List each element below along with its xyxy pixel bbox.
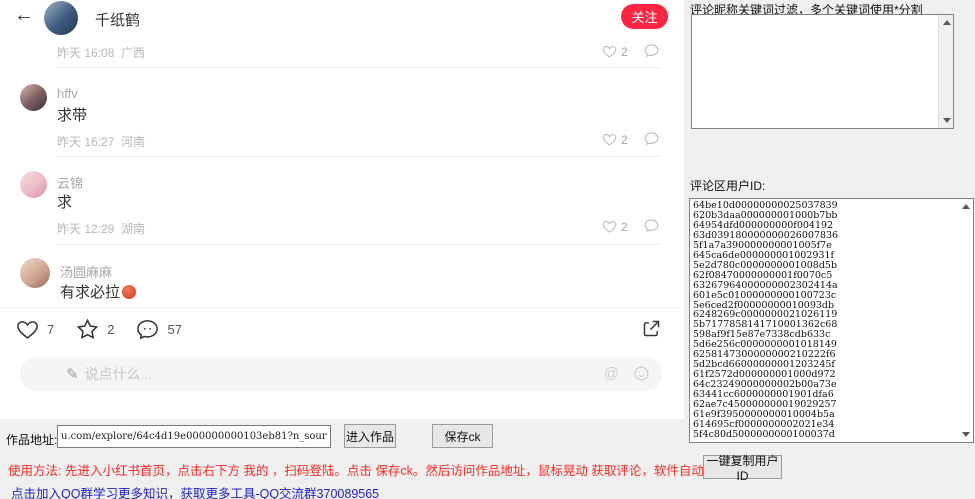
post-location: 广西: [121, 46, 145, 60]
input-right-icons: @: [604, 365, 650, 382]
scroll-down-icon[interactable]: [939, 113, 954, 128]
user-ids-textarea[interactable]: 64be10d00000000025037839 620b3daa0000000…: [689, 198, 974, 443]
share-icon[interactable]: [641, 318, 662, 339]
comment-bubble-icon[interactable]: [136, 318, 159, 341]
like-count: 7: [47, 322, 54, 337]
app-window: ← 千纸鹤 关注 昨天 16:08 广西 2 hffv 求带 昨天 16:27 …: [0, 0, 975, 499]
divider: [57, 67, 660, 68]
note-detail-pane: ← 千纸鹤 关注 昨天 16:08 广西 2 hffv 求带 昨天 16:27 …: [0, 0, 684, 419]
comment-avatar[interactable]: [20, 171, 47, 198]
post-time: 昨天 16:08: [57, 46, 114, 60]
like-heart-icon[interactable]: [16, 318, 39, 341]
keyword-filter-textarea[interactable]: [691, 14, 954, 129]
comment-username[interactable]: hffv: [57, 86, 78, 101]
scrollbar[interactable]: [958, 199, 973, 442]
scroll-up-icon[interactable]: [958, 199, 973, 214]
chat-bubble-icon[interactable]: [644, 131, 659, 146]
save-cookie-button[interactable]: 保存ck: [432, 424, 493, 448]
comment-text: 求带: [57, 104, 87, 125]
user-ids-label: 评论区用户ID:: [690, 177, 765, 194]
comment-username[interactable]: 云锦: [57, 173, 83, 192]
collect-star-icon[interactable]: [76, 318, 99, 341]
copy-user-ids-button[interactable]: 一键复制用户ID: [703, 455, 782, 479]
mention-at-icon[interactable]: @: [604, 365, 619, 382]
note-action-bar: 7 2 57: [0, 308, 684, 350]
share-button[interactable]: [641, 318, 662, 339]
scrollbar[interactable]: [938, 15, 953, 128]
back-icon[interactable]: ←: [14, 4, 34, 27]
comment-text: 有求必拉: [60, 284, 120, 301]
heart-icon[interactable]: [602, 44, 617, 59]
note-url-input[interactable]: [57, 425, 331, 448]
author-avatar[interactable]: [44, 1, 78, 35]
comment-location: 河南: [121, 135, 145, 149]
chat-bubble-icon[interactable]: [644, 218, 659, 233]
comment-meta: 昨天 12:29 湖南: [57, 220, 145, 237]
author-name[interactable]: 千纸鹤: [95, 9, 140, 30]
post-like-cluster[interactable]: 2: [602, 44, 628, 59]
user-ids-list[interactable]: 64be10d00000000025037839 620b3daa0000000…: [693, 201, 838, 440]
comment-location: 湖南: [121, 222, 145, 236]
note-url-label: 作品地址:: [6, 431, 57, 448]
qq-group-link[interactable]: 点击加入QQ群学习更多知识，获取更多工具-QQ交流群370089565: [11, 483, 379, 499]
open-note-button[interactable]: 进入作品: [344, 424, 396, 448]
comment-like-count: 2: [621, 133, 628, 147]
pencil-icon: ✎: [66, 365, 79, 383]
comment-input[interactable]: ✎ 说点什么... @: [20, 357, 662, 391]
blush-emoji-icon: [122, 285, 136, 299]
comment-like-count: 2: [621, 220, 628, 234]
heart-icon[interactable]: [602, 219, 617, 234]
comment-avatar[interactable]: [20, 84, 47, 111]
follow-button[interactable]: 关注: [621, 4, 668, 29]
collect-count: 2: [107, 322, 114, 337]
heart-icon[interactable]: [602, 132, 617, 147]
divider: [57, 156, 660, 157]
scroll-down-icon[interactable]: [958, 427, 973, 442]
comment-like-cluster[interactable]: 2: [602, 219, 628, 234]
chat-bubble-icon[interactable]: [644, 43, 659, 58]
comment-reply-icon[interactable]: [644, 131, 659, 146]
comment-avatar[interactable]: [20, 258, 50, 288]
comment-like-cluster[interactable]: 2: [602, 132, 628, 147]
post-like-count: 2: [621, 45, 628, 59]
scroll-up-icon[interactable]: [939, 15, 954, 30]
comment-time: 昨天 16:27: [57, 135, 114, 149]
comment-text: 求: [57, 191, 72, 212]
comment-reply-icon[interactable]: [644, 218, 659, 233]
comment-text-row: 有求必拉: [60, 281, 136, 302]
post-reply-icon[interactable]: [644, 43, 659, 58]
comment-input-placeholder: 说点什么...: [85, 364, 153, 384]
comment-count: 57: [167, 322, 181, 337]
usage-instructions: 使用方法: 先进入小红书首页，点击右下方 我的 ，扫码登陆。点击 保存ck。然后…: [8, 460, 668, 479]
comment-username[interactable]: 汤圆麻麻: [60, 262, 112, 281]
emoji-smiley-icon[interactable]: [633, 365, 650, 382]
comment-time: 昨天 12:29: [57, 222, 114, 236]
comment-meta: 昨天 16:27 河南: [57, 133, 145, 150]
post-meta: 昨天 16:08 广西: [57, 44, 145, 61]
divider: [57, 244, 660, 245]
